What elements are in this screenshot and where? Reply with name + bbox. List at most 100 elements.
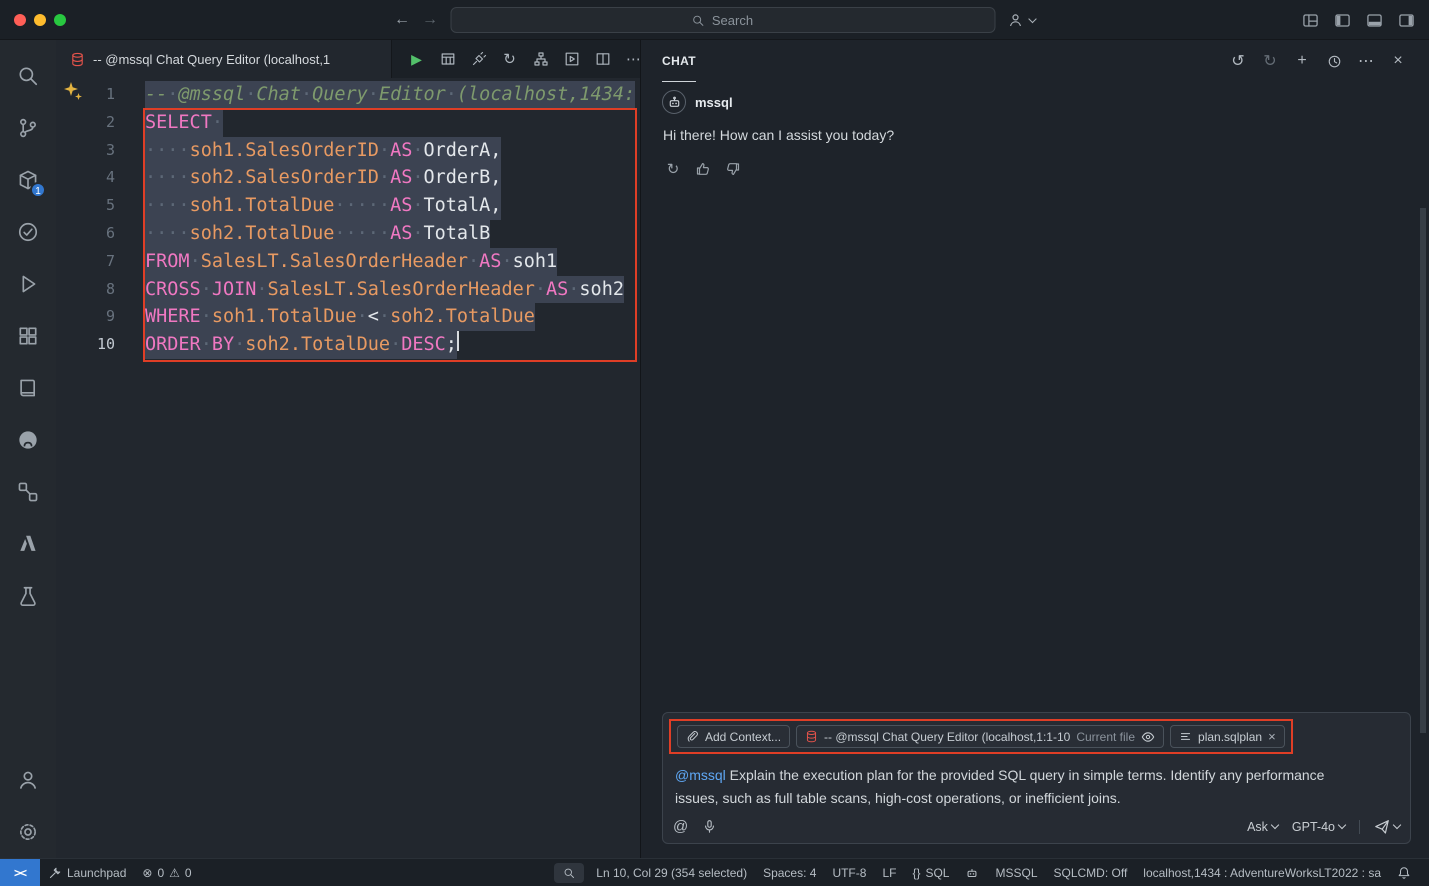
activity-item-remote-explorer[interactable]: 1: [4, 154, 52, 206]
activity-item-github[interactable]: [4, 414, 52, 466]
braces-icon: {}: [912, 866, 920, 880]
toggle-primary-sidebar-button[interactable]: [1334, 12, 1351, 29]
code-line[interactable]: 8 CROSS·JOIN·SalesLT.SalesOrderHeader·AS·…: [56, 276, 640, 304]
accounts-button[interactable]: [4, 754, 52, 806]
disconnect-button[interactable]: [464, 45, 493, 73]
toggle-panel-button[interactable]: [1366, 12, 1383, 29]
code-line[interactable]: 3····soh1.SalesOrderID·AS·OrderA,: [56, 137, 640, 165]
activity-item-notebooks[interactable]: [4, 362, 52, 414]
activity-item-run-debug[interactable]: [4, 258, 52, 310]
query-results-button[interactable]: [433, 45, 462, 73]
chat-scrollbar[interactable]: [1420, 208, 1426, 733]
error-icon: ⊗: [142, 866, 152, 880]
activity-item-labs[interactable]: [4, 570, 52, 622]
code-line[interactable]: 7FROM·SalesLT.SalesOrderHeader·AS·soh1: [56, 248, 640, 276]
notifications-bell-button[interactable]: [1389, 859, 1419, 886]
estimated-plan-button[interactable]: [526, 45, 555, 73]
code-text: SELECT·: [145, 109, 223, 137]
code-line[interactable]: 1--·@mssql·Chat·Query·Editor·(localhost,…: [56, 81, 640, 109]
chat-message-header: mssql: [662, 90, 1408, 114]
chat-tab[interactable]: CHAT: [662, 40, 696, 82]
code-line[interactable]: 2SELECT·: [56, 109, 640, 137]
chat-history-button[interactable]: [1321, 48, 1347, 74]
code-line[interactable]: 10ORDER·BY·soh2.TotalDue·DESC;: [56, 331, 640, 359]
line-number: 8: [56, 276, 115, 304]
mssql-status-button[interactable]: MSSQL: [987, 859, 1045, 886]
chat-input-container[interactable]: Add Context... -- @mssql Chat Query Edit…: [662, 712, 1411, 844]
code-text: CROSS·JOIN·SalesLT.SalesOrderHeader·AS·s…: [145, 276, 624, 304]
context-chip-sqlplan[interactable]: plan.sqlplan ×: [1170, 725, 1285, 748]
mention-context-button[interactable]: @: [673, 818, 688, 835]
close-panel-button[interactable]: ×: [1385, 48, 1411, 74]
code-text: ····soh2.SalesOrderID·AS·OrderB,: [145, 164, 501, 192]
redo-request-button[interactable]: ↻: [1257, 48, 1283, 74]
chat-mode-dropdown[interactable]: Ask: [1247, 820, 1278, 834]
launchpad-button[interactable]: Launchpad: [40, 859, 134, 886]
copilot-sparkle-icon[interactable]: [63, 81, 83, 101]
activity-item-search[interactable]: [4, 50, 52, 102]
close-window-button[interactable]: [14, 14, 26, 26]
send-button[interactable]: [1374, 819, 1400, 835]
add-context-button[interactable]: Add Context...: [677, 725, 790, 748]
github-icon: [17, 429, 39, 451]
thumbs-up-button[interactable]: [692, 158, 714, 180]
screencast-search-button[interactable]: [554, 863, 584, 883]
line-number: 6: [56, 220, 115, 248]
problems-indicator[interactable]: ⊗ 0 ⚠ 0: [134, 859, 199, 886]
model-picker-dropdown[interactable]: GPT-4o: [1292, 820, 1345, 834]
indentation-indicator[interactable]: Spaces: 4: [755, 859, 824, 886]
account-menu-button[interactable]: [1007, 12, 1035, 28]
code-line[interactable]: 4····soh2.SalesOrderID·AS·OrderB,: [56, 164, 640, 192]
activity-item-azure[interactable]: [4, 518, 52, 570]
database-icon: [70, 52, 85, 67]
eol-indicator[interactable]: LF: [874, 859, 904, 886]
code-text: ····soh2.TotalDue·····AS·TotalB: [145, 220, 490, 248]
code-line[interactable]: 5····soh1.TotalDue·····AS·TotalA,: [56, 192, 640, 220]
link-icon: [17, 481, 39, 503]
regenerate-button[interactable]: ↻: [662, 158, 684, 180]
activity-item-connections[interactable]: [4, 466, 52, 518]
copilot-status-button[interactable]: [957, 859, 987, 886]
robot-icon: [965, 866, 979, 880]
activity-item-query-history[interactable]: [4, 206, 52, 258]
minimize-window-button[interactable]: [34, 14, 46, 26]
chat-message-actions: ↻: [662, 158, 1408, 180]
toggle-secondary-sidebar-button[interactable]: [1398, 12, 1415, 29]
thumbs-down-button[interactable]: [722, 158, 744, 180]
cursor-position-indicator[interactable]: Ln 10, Col 29 (354 selected): [588, 859, 755, 886]
remote-indicator[interactable]: ><: [0, 859, 40, 886]
sqlcmd-indicator[interactable]: SQLCMD: Off: [1046, 859, 1136, 886]
mssql-mention[interactable]: @mssql: [675, 767, 726, 783]
customize-layout-button[interactable]: [1302, 12, 1319, 29]
more-actions-button[interactable]: ⋯: [1353, 48, 1379, 74]
status-bar: >< Launchpad ⊗ 0 ⚠ 0 Ln 10, Col 29 (354 …: [0, 858, 1429, 886]
settings-button[interactable]: [4, 806, 52, 858]
microphone-button[interactable]: [702, 819, 717, 834]
undo-request-button[interactable]: ↺: [1225, 48, 1251, 74]
run-query-button[interactable]: ▶: [402, 45, 431, 73]
history-forward-button[interactable]: →: [422, 11, 438, 29]
history-back-button[interactable]: ←: [394, 11, 410, 29]
eye-icon[interactable]: [1141, 730, 1155, 744]
editor-tab[interactable]: -- @mssql Chat Query Editor (localhost,1: [56, 40, 392, 78]
activity-item-extensions[interactable]: [4, 310, 52, 362]
activity-item-source-control[interactable]: [4, 102, 52, 154]
change-connection-button[interactable]: ↻: [495, 45, 524, 73]
editor-tab-bar: -- @mssql Chat Query Editor (localhost,1…: [56, 40, 640, 78]
split-editor-button[interactable]: [588, 45, 617, 73]
connection-indicator[interactable]: localhost,1434 : AdventureWorksLT2022 : …: [1135, 859, 1389, 886]
chat-messages: mssql Hi there! How can I assist you tod…: [641, 82, 1429, 712]
code-editor[interactable]: 1--·@mssql·Chat·Query·Editor·(localhost,…: [56, 78, 640, 858]
actual-plan-button[interactable]: [557, 45, 586, 73]
remove-chip-icon[interactable]: ×: [1268, 729, 1276, 744]
new-chat-button[interactable]: +: [1289, 48, 1315, 74]
chat-prompt-text[interactable]: @mssql Explain the execution plan for th…: [675, 764, 1337, 810]
encoding-indicator[interactable]: UTF-8: [824, 859, 874, 886]
code-line[interactable]: 6 ····soh2.TotalDue·····AS·TotalB: [56, 220, 640, 248]
code-line[interactable]: 9WHERE·soh1.TotalDue·<·soh2.TotalDue: [56, 303, 640, 331]
command-center-search[interactable]: Search: [450, 7, 995, 33]
source-control-icon: [17, 117, 39, 139]
context-chip-current-file[interactable]: -- @mssql Chat Query Editor (localhost,1…: [796, 725, 1164, 748]
maximize-window-button[interactable]: [54, 14, 66, 26]
language-mode-indicator[interactable]: {} SQL: [904, 859, 957, 886]
